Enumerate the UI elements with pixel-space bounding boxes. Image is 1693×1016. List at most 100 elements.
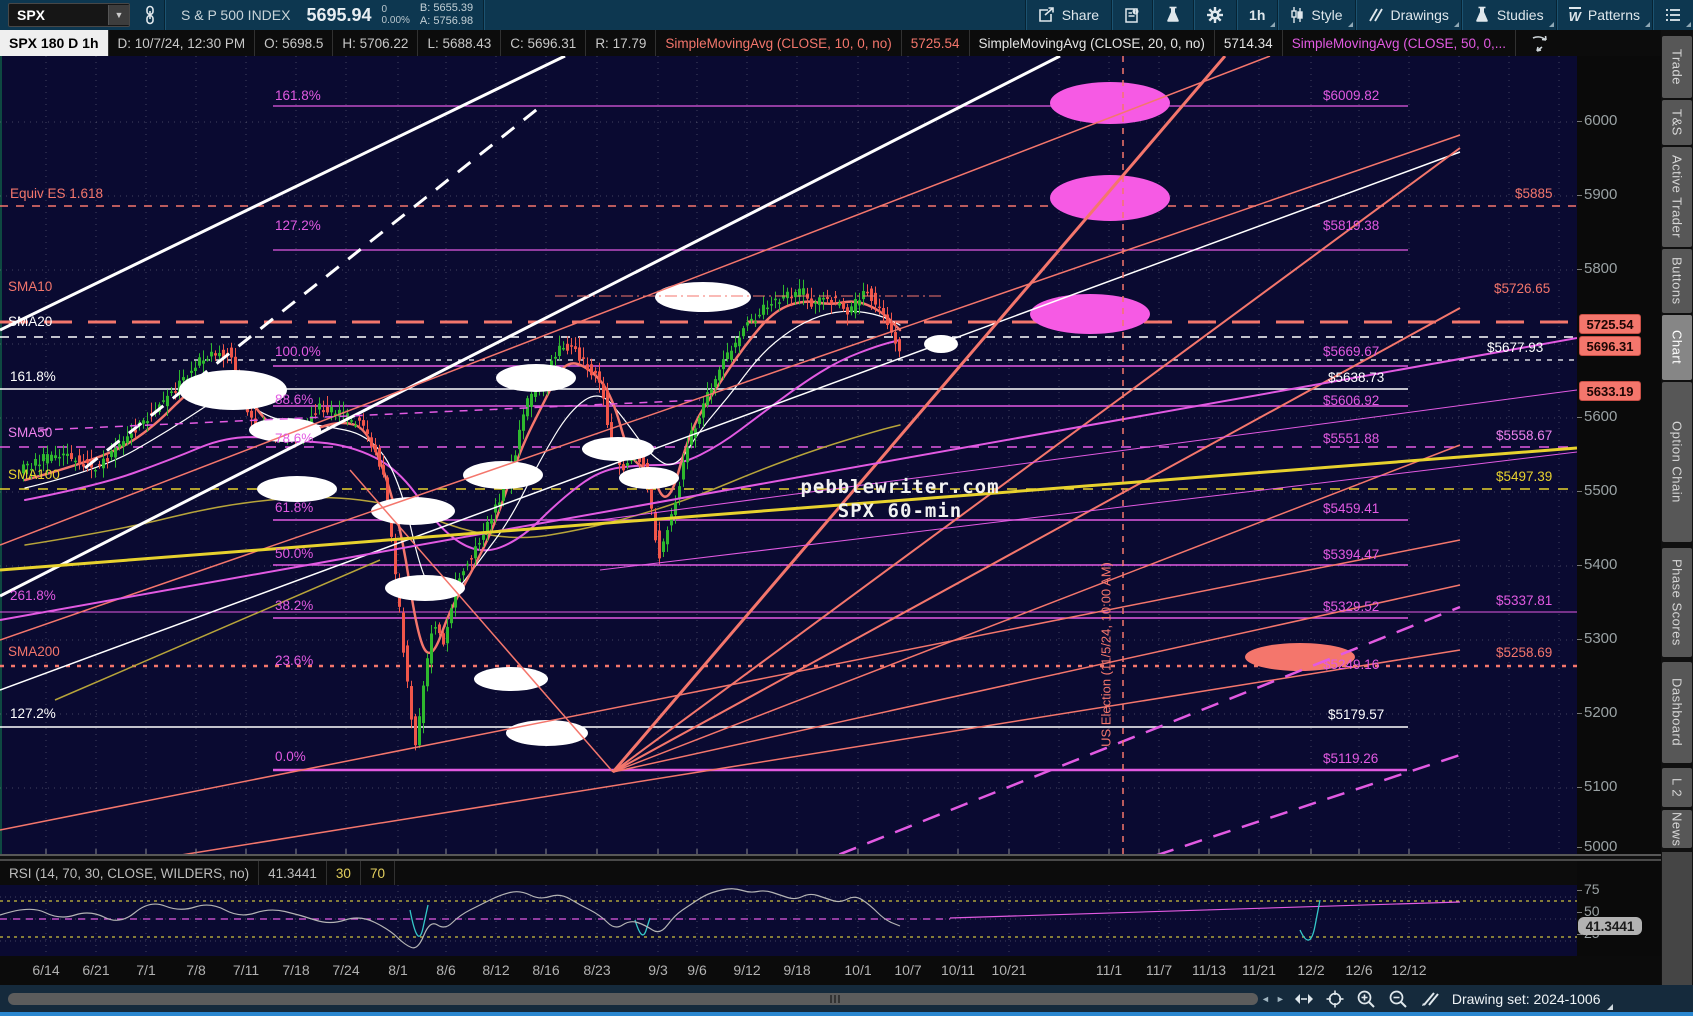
trend-line[interactable] bbox=[599, 389, 1577, 521]
pan-button[interactable] bbox=[1288, 992, 1320, 1006]
svg-text:i: i bbox=[1135, 9, 1136, 15]
candle-body bbox=[426, 658, 429, 687]
annotation-ellipse[interactable] bbox=[474, 667, 548, 691]
candle-body bbox=[786, 291, 789, 299]
date-axis-label: 9/18 bbox=[783, 962, 811, 978]
symbol-input[interactable]: SPX bbox=[9, 7, 108, 23]
zoom-out-button[interactable] bbox=[1382, 989, 1414, 1009]
date-axis[interactable]: 6/14 6/21 7/1 7/8 7/11 7/18 7/24 8/1 8/6 8/12 8/16… bbox=[0, 956, 1661, 985]
candle-body bbox=[558, 345, 561, 357]
price-level-label: 38.2% bbox=[275, 598, 314, 613]
sma50-study-label[interactable]: SimpleMovingAvg (CLOSE, 50, 0,... bbox=[1283, 30, 1517, 56]
sidebar-tab-option-chain[interactable]: Option Chain bbox=[1662, 382, 1692, 542]
sma20-study-label[interactable]: SimpleMovingAvg (CLOSE, 20, 0, no) bbox=[970, 30, 1215, 56]
candle-body bbox=[750, 318, 753, 321]
top-toolbar: SPX ▼ S & P 500 INDEX 5695.94 0 0.00% B:… bbox=[0, 0, 1693, 30]
rsi-trend-line[interactable] bbox=[949, 901, 1461, 919]
annotation-ellipse[interactable] bbox=[582, 437, 654, 461]
pane-splitter[interactable] bbox=[0, 854, 1661, 861]
analyze-button[interactable] bbox=[1153, 0, 1193, 30]
annotation-ellipse[interactable] bbox=[619, 467, 679, 489]
candle-body bbox=[826, 297, 829, 299]
symbol-dropdown-button[interactable]: ▼ bbox=[108, 5, 129, 25]
drawing-set-selector[interactable]: Drawing set: 2024-1006 bbox=[1446, 991, 1613, 1010]
notes-button[interactable]: i bbox=[1112, 0, 1152, 30]
sma20-study-value: 5714.34 bbox=[1215, 30, 1283, 56]
zoom-in-button[interactable] bbox=[1350, 989, 1382, 1009]
price-level-label: 161.8% bbox=[10, 369, 56, 384]
trend-line[interactable] bbox=[0, 151, 1461, 691]
studies-label: Studies bbox=[1496, 7, 1544, 23]
annotation-ellipse[interactable] bbox=[371, 497, 455, 525]
chart-canvas[interactable]: pebblewriter.com SPX 60-min US Election … bbox=[0, 56, 1577, 855]
candle-body bbox=[402, 612, 405, 653]
chart-menu-button[interactable] bbox=[1653, 0, 1693, 30]
sidebar-tab-dashboard[interactable]: Dashboard bbox=[1662, 662, 1692, 763]
candle-body bbox=[350, 420, 353, 422]
annotation-ellipse[interactable] bbox=[1050, 175, 1170, 221]
candle-body bbox=[326, 406, 329, 413]
date-axis-label: 11/7 bbox=[1145, 962, 1173, 978]
moving-average-curve bbox=[24, 310, 901, 597]
election-annotation-label[interactable]: US Election (11/5/24, 10:00 AM) bbox=[1099, 539, 1114, 771]
sidebar-tab-l-2[interactable]: L 2 bbox=[1662, 768, 1692, 807]
rsi-study-label[interactable]: RSI (14, 70, 30, CLOSE, WILDERS, no) bbox=[0, 861, 260, 885]
candle-body bbox=[86, 459, 89, 463]
bar-open: O: 5698.5 bbox=[255, 30, 334, 56]
sma10-study-label[interactable]: SimpleMovingAvg (CLOSE, 10, 0, no) bbox=[656, 30, 902, 56]
date-axis-label: 8/1 bbox=[388, 962, 408, 978]
candle-body bbox=[34, 459, 37, 466]
candle-body bbox=[690, 430, 693, 445]
candle-body bbox=[62, 453, 65, 456]
sidebar-tab-news[interactable]: News bbox=[1662, 810, 1692, 848]
sidebar-tab-active-trader[interactable]: Active Trader bbox=[1662, 147, 1692, 247]
rsi-pane[interactable] bbox=[0, 885, 1577, 956]
annotation-ellipse[interactable] bbox=[496, 364, 576, 392]
price-axis[interactable]: 6000 5900 5800 5600 5500 5400 5300 5200 5100 5000… bbox=[1576, 56, 1661, 985]
window-bottom-edge bbox=[0, 1012, 1693, 1016]
date-axis-label: 10/1 bbox=[844, 962, 872, 978]
patterns-button[interactable]: W Patterns bbox=[1557, 0, 1652, 30]
price-level-label: $5258.69 bbox=[1496, 645, 1553, 660]
candle-body bbox=[594, 370, 597, 374]
timeframe-button[interactable]: 1h bbox=[1237, 0, 1277, 30]
candle-body bbox=[870, 288, 873, 301]
chart-header: SPX 180 D 1h D: 10/7/24, 12:30 PM O: 569… bbox=[0, 30, 1693, 56]
candle-body bbox=[790, 296, 793, 299]
annotation-ellipse[interactable] bbox=[179, 370, 287, 410]
sidebar-tab-buttons[interactable]: Buttons bbox=[1662, 249, 1692, 313]
candle-body bbox=[490, 519, 493, 524]
settings-button[interactable] bbox=[1194, 0, 1236, 30]
candle-body bbox=[206, 358, 209, 361]
symbol-combo[interactable]: SPX ▼ bbox=[8, 3, 130, 27]
sidebar-tab-chart[interactable]: Chart bbox=[1662, 315, 1692, 380]
candle-body bbox=[78, 455, 81, 464]
annotation-ellipse[interactable] bbox=[506, 720, 588, 746]
auto-center-button[interactable] bbox=[1320, 990, 1350, 1008]
price-axis-label: 5500 bbox=[1576, 482, 1618, 499]
price-level-label: $5558.67 bbox=[1496, 428, 1553, 443]
sidebar-tab-phase-scores[interactable]: Phase Scores bbox=[1662, 548, 1692, 657]
chart-scrollbar[interactable] bbox=[8, 992, 1258, 1005]
candle-body bbox=[362, 420, 365, 426]
candle-body bbox=[486, 521, 489, 532]
candle-body bbox=[366, 429, 369, 435]
candle-body bbox=[738, 337, 741, 347]
gear-icon bbox=[1207, 7, 1224, 23]
drawings-button[interactable]: Drawings bbox=[1356, 0, 1461, 30]
share-button[interactable]: Share bbox=[1026, 0, 1111, 30]
annotation-ellipse[interactable] bbox=[1030, 294, 1150, 334]
style-button[interactable]: Style bbox=[1278, 0, 1354, 30]
scroll-right-button[interactable]: ► bbox=[1273, 994, 1288, 1004]
sidebar-tab-trade[interactable]: Trade bbox=[1662, 36, 1692, 98]
collapse-header-button[interactable] bbox=[1516, 30, 1564, 56]
scroll-left-button[interactable]: ◄ bbox=[1258, 994, 1273, 1004]
link-icon[interactable] bbox=[136, 5, 164, 25]
divider bbox=[483, 0, 485, 30]
quick-drawing-button[interactable] bbox=[1414, 991, 1446, 1007]
candle-body bbox=[358, 417, 361, 421]
trend-line[interactable] bbox=[700, 605, 1461, 855]
studies-button[interactable]: Studies bbox=[1462, 0, 1556, 30]
sidebar-tab-t-s[interactable]: T&S bbox=[1662, 100, 1692, 145]
scrollbar-grip[interactable] bbox=[828, 994, 842, 1003]
